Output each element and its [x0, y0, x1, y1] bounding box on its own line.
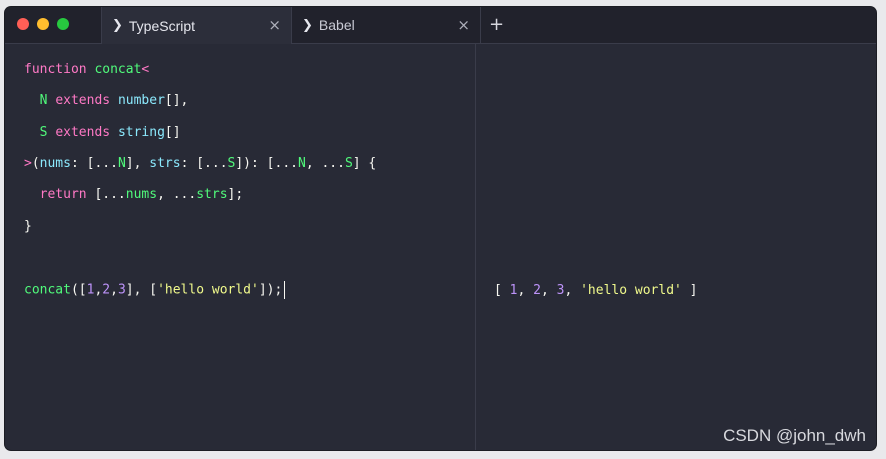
code-token: <: [141, 62, 150, 77]
chevron-right-icon: ❯: [302, 17, 313, 33]
tab-typescript[interactable]: ❯ TypeScript ×: [101, 7, 291, 44]
code-token: >: [24, 155, 32, 171]
output-token: ,: [564, 283, 581, 298]
code-line: return [...nums, ...strs];: [24, 187, 244, 203]
code-token: [],: [164, 93, 189, 109]
code-token: ([: [70, 282, 87, 298]
code-line: S extends string[]: [24, 125, 181, 140]
output-token: [: [494, 283, 510, 298]
output-token: ]: [681, 283, 698, 298]
pane-divider[interactable]: [475, 44, 476, 450]
code-token: ], [: [125, 282, 158, 298]
code-token: ,: [110, 282, 118, 298]
close-window-button[interactable]: [17, 18, 29, 30]
text-cursor: [284, 281, 286, 300]
code-token: N: [117, 155, 126, 171]
window-controls: [17, 18, 69, 30]
code-token: : [...: [70, 155, 118, 171]
tab-label: TypeScript: [128, 17, 196, 34]
code-line: N extends number[],: [24, 93, 189, 109]
code-token: , ...: [305, 155, 345, 171]
watermark: CSDN @john_dwh: [723, 426, 866, 445]
playground-window: ❯ TypeScript × ❯ Babel × + function conc…: [5, 7, 876, 450]
output-token: ,: [540, 283, 557, 298]
code-token: (: [31, 155, 40, 171]
code-token: [...: [86, 187, 126, 203]
title-bar: ❯ TypeScript × ❯ Babel × +: [5, 7, 876, 44]
code-token: number: [117, 93, 165, 109]
code-token: ],: [125, 155, 150, 171]
code-token: : [...: [180, 155, 228, 171]
output-token: 'hello world': [580, 283, 682, 298]
code-token: }: [24, 218, 32, 234]
code-token: return: [39, 187, 87, 203]
close-icon[interactable]: ×: [268, 16, 281, 34]
code-token: S: [344, 155, 353, 171]
code-token: ] {: [352, 155, 377, 171]
chevron-right-icon: ❯: [112, 18, 123, 33]
code-line: >(nums: [...N], strs: [...S]): [...N, ..…: [24, 156, 376, 171]
code-token: N: [297, 155, 306, 171]
code-token: strs: [196, 187, 228, 203]
code-token: extends: [55, 124, 111, 140]
tab-label: Babel: [318, 17, 355, 33]
code-token: extends: [55, 93, 111, 109]
code-token: []: [164, 124, 181, 140]
code-line: concat([1,2,3], ['hello world']);: [24, 281, 286, 300]
code-token: nums: [39, 155, 71, 171]
new-tab-button[interactable]: +: [489, 14, 504, 35]
code-token: strs: [149, 155, 181, 171]
maximize-window-button[interactable]: [57, 18, 69, 30]
code-line: function concat<: [24, 62, 149, 77]
code-token: 'hello world': [157, 282, 259, 298]
code-token: ]): [...: [235, 155, 298, 171]
minimize-window-button[interactable]: [37, 18, 49, 30]
code-token: nums: [125, 187, 158, 203]
output-token: ,: [517, 283, 534, 298]
code-token: concat: [24, 282, 71, 298]
output-pane: [ 1, 2, 3, 'hello world' ]: [494, 283, 698, 298]
code-token: , ...: [157, 187, 197, 203]
code-token: concat: [94, 62, 142, 77]
output-token: 2: [533, 283, 541, 298]
code-token: string: [117, 124, 165, 140]
close-icon[interactable]: ×: [457, 16, 470, 34]
code-token: ]);: [258, 282, 283, 298]
code-line: }: [24, 219, 32, 234]
code-token: function: [24, 62, 87, 77]
code-token: 3: [117, 282, 126, 298]
code-token: 2: [102, 282, 111, 298]
tab-babel[interactable]: ❯ Babel ×: [291, 7, 481, 43]
code-token: ];: [227, 187, 244, 203]
